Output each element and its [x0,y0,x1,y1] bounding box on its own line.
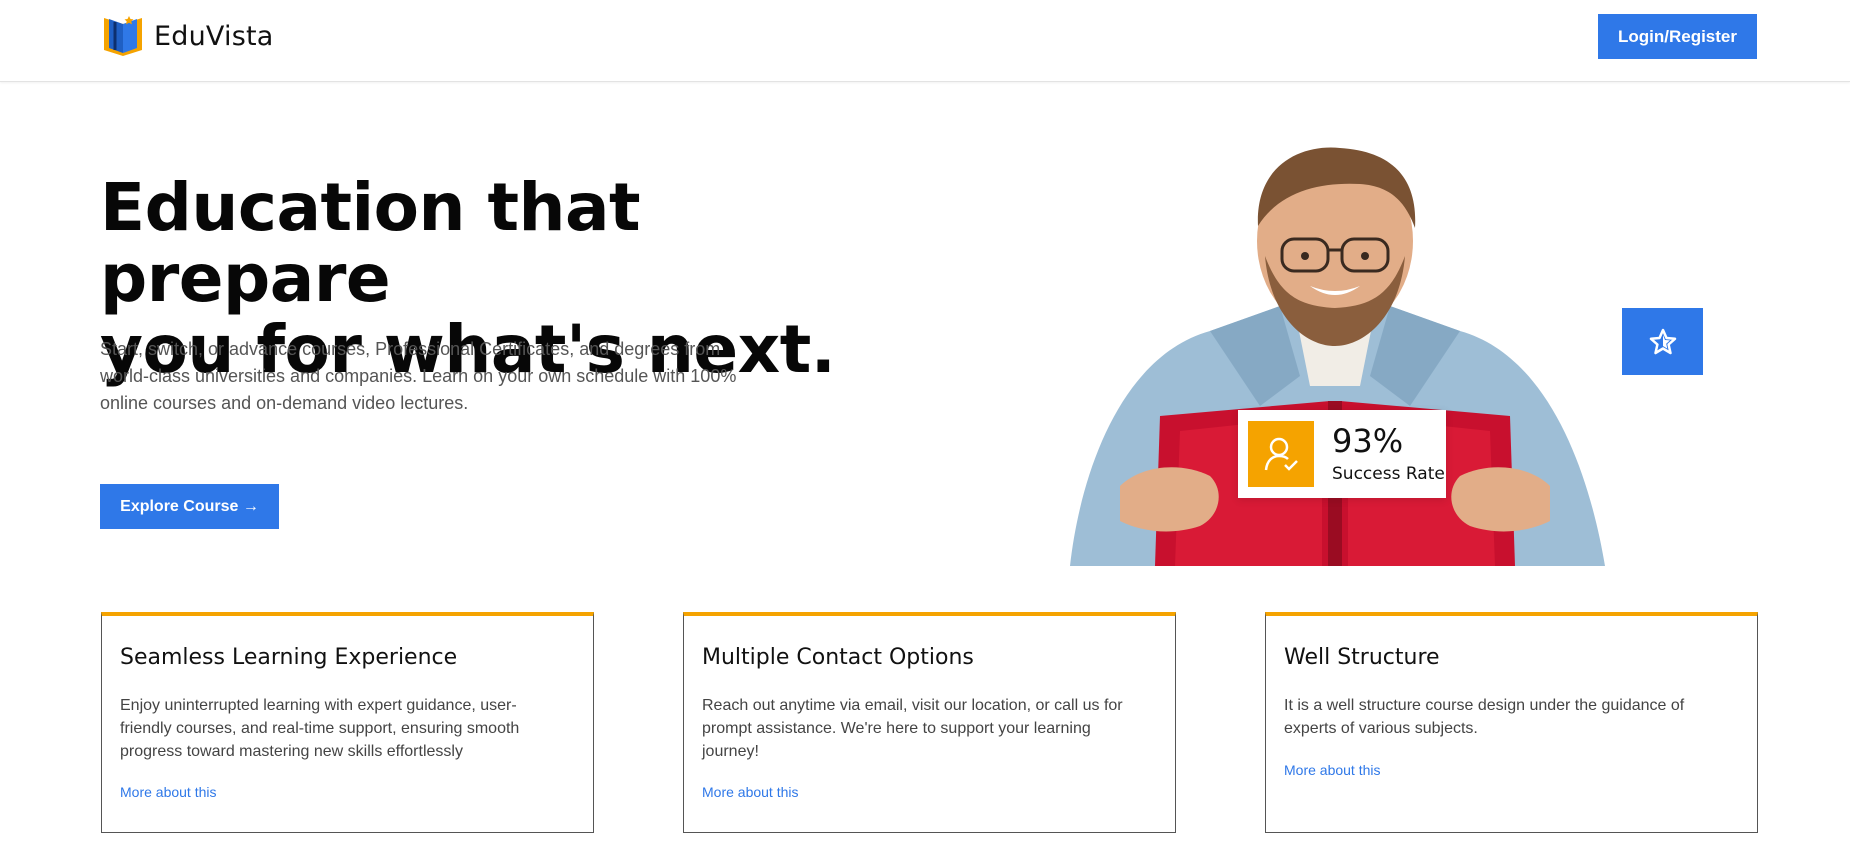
login-register-button[interactable]: Login/Register [1598,14,1757,59]
more-about-this-link[interactable]: More about this [120,784,217,800]
feature-card-contact-options: Multiple Contact Options Reach out anyti… [683,612,1176,833]
star-icon [1649,328,1676,354]
hero-description: Start, switch, or advance courses, Profe… [100,339,737,413]
favorite-star-button[interactable] [1622,308,1703,375]
card-title: Seamless Learning Experience [120,645,458,670]
success-rate-label: Success Rate [1332,464,1445,484]
success-rate-value: 93% [1332,422,1404,460]
card-text: It is a well structure course design und… [1284,697,1685,737]
feature-card-seamless-learning: Seamless Learning Experience Enjoy unint… [101,612,594,833]
more-about-this-link[interactable]: More about this [702,784,799,800]
open-book-icon [104,16,142,56]
feature-card-well-structure: Well Structure It is a well structure co… [1265,612,1758,833]
success-rate-card: 93% Success Rate [1238,410,1446,498]
student-reading-image [1070,147,1605,566]
card-title: Well Structure [1284,645,1440,670]
card-text: Enjoy uninterrupted learning with expert… [120,697,520,760]
card-title: Multiple Contact Options [702,645,974,670]
brand-name: EduVista [154,20,274,52]
card-text: Reach out anytime via email, visit our l… [702,697,1123,760]
more-about-this-link[interactable]: More about this [1284,762,1381,778]
explore-course-button[interactable]: Explore Course → [100,484,279,529]
user-check-icon [1248,421,1314,487]
brand-logo[interactable]: EduVista [100,14,274,58]
site-header: EduVista Login/Register [0,0,1850,82]
hero-title-line-1: Education that prepare [100,169,641,317]
